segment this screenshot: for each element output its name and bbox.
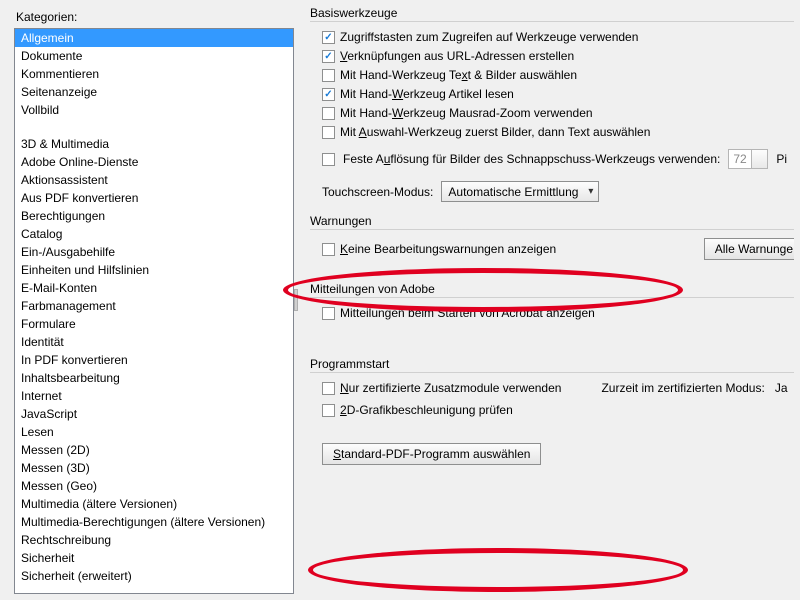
checkbox-label: Feste Auflösung für Bilder des Schnappsc… — [343, 152, 720, 166]
category-item[interactable]: Rechtschreibung — [15, 531, 293, 549]
category-item[interactable]: Farbmanagement — [15, 297, 293, 315]
checkbox-label: Verknüpfungen aus URL-Adressen erstellen — [340, 49, 574, 63]
category-item[interactable]: Identität — [15, 333, 293, 351]
category-item[interactable]: JavaScript — [15, 405, 293, 423]
checkbox-label: Mit Auswahl-Werkzeug zuerst Bilder, dann… — [340, 125, 650, 139]
touchscreen-select[interactable]: Automatische Ermittlung — [441, 181, 599, 202]
resolution-input[interactable]: 72 — [728, 149, 768, 169]
checkbox-access-keys[interactable] — [322, 31, 335, 44]
category-item[interactable]: E-Mail-Konten — [15, 279, 293, 297]
touchscreen-label: Touchscreen-Modus: — [322, 185, 433, 199]
group-title: Warnungen — [310, 214, 794, 228]
category-item[interactable]: Formulare — [15, 315, 293, 333]
category-item[interactable]: Seitenanzeige — [15, 83, 293, 101]
category-item[interactable]: Sicherheit (erweitert) — [15, 567, 293, 585]
checkbox-2d-accel[interactable] — [322, 404, 335, 417]
categories-listbox[interactable]: AllgemeinDokumenteKommentierenSeitenanze… — [14, 28, 294, 594]
category-item[interactable]: Vollbild — [15, 101, 293, 119]
category-item[interactable]: Lesen — [15, 423, 293, 441]
reset-warnings-button[interactable]: Alle Warnunge — [704, 238, 794, 260]
checkbox-startup-messages[interactable] — [322, 307, 335, 320]
checkbox-label: Mit Hand-Werkzeug Artikel lesen — [340, 87, 514, 101]
checkbox-label: Keine Bearbeitungswarnungen anzeigen — [340, 242, 556, 256]
checkbox-label: Zugriffstasten zum Zugreifen auf Werkzeu… — [340, 30, 638, 44]
checkbox-label: Mitteilungen beim Starten von Acrobat an… — [340, 306, 595, 320]
group-basiswerkzeuge: Basiswerkzeuge Zugriffstasten zum Zugrei… — [310, 6, 794, 204]
category-item[interactable]: Messen (2D) — [15, 441, 293, 459]
group-title: Programmstart — [310, 357, 794, 371]
checkbox-url-links[interactable] — [322, 50, 335, 63]
categories-label: Kategorien: — [16, 10, 294, 24]
category-item[interactable]: Sicherheit — [15, 549, 293, 567]
checkbox-hand-article[interactable] — [322, 88, 335, 101]
checkbox-label: Nur zertifizierte Zusatzmodule verwenden — [340, 381, 561, 395]
category-item[interactable]: 3D & Multimedia — [15, 135, 293, 153]
group-title: Mitteilungen von Adobe — [310, 282, 794, 296]
group-mitteilungen: Mitteilungen von Adobe Mitteilungen beim… — [310, 282, 794, 327]
default-pdf-button[interactable]: Standard-PDF-Programm auswählen — [322, 443, 541, 465]
category-item[interactable]: Catalog — [15, 225, 293, 243]
checkbox-hand-select[interactable] — [322, 69, 335, 82]
category-item[interactable]: Kommentieren — [15, 65, 293, 83]
category-item[interactable]: Ein-/Ausgabehilfe — [15, 243, 293, 261]
category-item[interactable]: Multimedia (ältere Versionen) — [15, 495, 293, 513]
group-programmstart: Programmstart Nur zertifizierte Zusatzmo… — [310, 357, 794, 467]
category-item[interactable]: Inhaltsbearbeitung — [15, 369, 293, 387]
category-item[interactable]: Adobe Online-Dienste — [15, 153, 293, 171]
category-item[interactable]: Messen (Geo) — [15, 477, 293, 495]
category-item[interactable]: Aktionsassistent — [15, 171, 293, 189]
category-item[interactable]: Berechtigungen — [15, 207, 293, 225]
category-item[interactable]: Dokumente — [15, 47, 293, 65]
checkbox-certified-only[interactable] — [322, 382, 335, 395]
category-item[interactable]: Allgemein — [15, 29, 293, 47]
category-item[interactable]: Aus PDF konvertieren — [15, 189, 293, 207]
checkbox-label: Mit Hand-Werkzeug Mausrad-Zoom verwenden — [340, 106, 593, 120]
category-item[interactable]: Messen (3D) — [15, 459, 293, 477]
category-item[interactable]: In PDF konvertieren — [15, 351, 293, 369]
checkbox-select-order[interactable] — [322, 126, 335, 139]
category-item[interactable]: Internet — [15, 387, 293, 405]
checkbox-hand-zoom[interactable] — [322, 107, 335, 120]
category-item[interactable]: Einheiten und Hilfslinien — [15, 261, 293, 279]
checkbox-label: 2D-Grafikbeschleunigung prüfen — [340, 403, 513, 417]
checkbox-no-edit-warnings[interactable] — [322, 243, 335, 256]
category-item[interactable] — [15, 119, 293, 135]
group-warnungen: Warnungen Keine Bearbeitungswarnungen an… — [310, 214, 794, 262]
resolution-unit: Pi — [776, 152, 787, 166]
checkbox-label: Mit Hand-Werkzeug Text & Bilder auswähle… — [340, 68, 577, 82]
checkbox-fixed-resolution[interactable] — [322, 153, 335, 166]
certified-status: Zurzeit im zertifizierten Modus: Ja — [601, 381, 787, 395]
group-title: Basiswerkzeuge — [310, 6, 794, 20]
category-item[interactable]: Multimedia-Berechtigungen (ältere Versio… — [15, 513, 293, 531]
